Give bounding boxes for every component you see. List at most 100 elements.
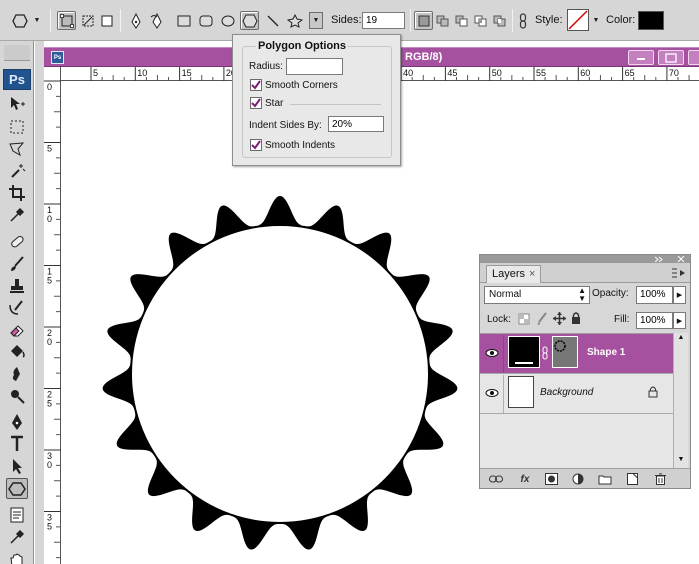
layer-row[interactable]: Shape 1: [480, 334, 688, 374]
radius-input[interactable]: [286, 58, 343, 75]
crop-tool[interactable]: [6, 182, 28, 203]
chevron-down-icon[interactable]: ▼: [32, 11, 42, 30]
smooth-indents-checkbox[interactable]: [250, 139, 262, 151]
scroll-up-icon[interactable]: ▲: [675, 334, 687, 346]
magic-wand-tool[interactable]: [6, 160, 28, 181]
note-icon: [10, 507, 24, 522]
opacity-slider-button[interactable]: ▶: [673, 286, 686, 304]
line-icon: [267, 15, 278, 26]
blend-mode-select[interactable]: Normal ▲ ▼: [484, 286, 590, 304]
healing-brush-tool[interactable]: [6, 231, 28, 252]
type-tool[interactable]: [6, 433, 28, 454]
fill-pixels-mode-button[interactable]: [97, 11, 116, 30]
new-layer-icon[interactable]: [625, 472, 639, 486]
subtract-from-shape-area-button[interactable]: [452, 11, 471, 30]
tool-preset-picker[interactable]: [10, 11, 29, 30]
freeform-pen-button[interactable]: [147, 11, 166, 30]
add-to-shape-area-button[interactable]: [433, 11, 452, 30]
move-tool[interactable]: [6, 93, 28, 114]
smooth-corners-checkbox[interactable]: [250, 79, 262, 91]
maximize-icon: [665, 52, 677, 63]
marquee-tool[interactable]: [6, 116, 28, 137]
lock-image-pixels-icon[interactable]: [536, 312, 548, 325]
layer-row[interactable]: Background: [480, 374, 688, 414]
create-new-shape-layer-button[interactable]: [414, 11, 433, 30]
layer-thumbnail[interactable]: [508, 376, 534, 408]
vector-mask-thumbnail[interactable]: [552, 336, 578, 368]
path-selection-tool[interactable]: [6, 455, 28, 476]
lock-all-icon[interactable]: [571, 312, 581, 325]
geometry-options-dropdown[interactable]: ▼: [309, 12, 323, 29]
brush-tool[interactable]: [6, 253, 28, 274]
ruler-label: 40: [403, 68, 413, 78]
indent-sides-input[interactable]: 20%: [328, 116, 384, 132]
layer-styles-icon[interactable]: fx: [518, 472, 532, 486]
color-swatch[interactable]: [638, 11, 664, 30]
close-button[interactable]: [688, 50, 699, 65]
layers-tab[interactable]: Layers ×: [486, 265, 541, 283]
layer-thumbnail-fill[interactable]: [508, 336, 540, 368]
link-icon[interactable]: [542, 346, 548, 360]
pen-tool[interactable]: [6, 411, 28, 432]
panel-tab-row: Layers ×: [480, 263, 690, 283]
style-picker[interactable]: [567, 9, 589, 31]
polygon-options-popup: Polygon Options Radius: Smooth Corners S…: [232, 34, 401, 166]
star-checkbox[interactable]: [250, 97, 262, 109]
new-group-icon[interactable]: [598, 472, 612, 486]
adjustment-layer-icon[interactable]: [571, 472, 585, 486]
hand-tool[interactable]: [6, 548, 28, 564]
custom-shape-tool-button[interactable]: [285, 11, 304, 30]
sides-input[interactable]: 19: [362, 12, 405, 29]
history-brush-tool[interactable]: [6, 297, 28, 318]
lasso-tool[interactable]: [6, 138, 28, 159]
eyedropper-icon: [10, 529, 25, 544]
new-shape-icon: [418, 15, 429, 26]
eye-icon[interactable]: [485, 347, 499, 359]
exclude-overlapping-areas-button[interactable]: [490, 11, 509, 30]
layer-name[interactable]: Shape 1: [587, 347, 625, 358]
toolbox-grip[interactable]: [4, 45, 30, 61]
arrow-icon: [13, 458, 22, 474]
panel-menu-icon[interactable]: [672, 268, 686, 278]
clone-stamp-tool[interactable]: [6, 275, 28, 296]
minimize-button[interactable]: [628, 50, 654, 65]
rounded-rectangle-tool-button[interactable]: [196, 11, 215, 30]
lock-position-icon[interactable]: [553, 312, 566, 325]
dodge-tool[interactable]: [6, 385, 28, 406]
intersect-shape-areas-button[interactable]: [471, 11, 490, 30]
panel-header-strip[interactable]: [480, 255, 690, 263]
paths-icon: [82, 15, 93, 26]
fill-input[interactable]: 100%: [636, 312, 673, 329]
eyedropper-tool-2[interactable]: [6, 526, 28, 547]
close-icon[interactable]: ×: [529, 268, 535, 280]
polygon-tool[interactable]: [6, 478, 28, 499]
add-mask-icon[interactable]: [544, 472, 558, 486]
smudge-tool[interactable]: [6, 363, 28, 384]
rectangle-tool-button[interactable]: [174, 11, 193, 30]
scroll-down-icon[interactable]: ▼: [675, 456, 687, 468]
paths-mode-button[interactable]: [78, 11, 97, 30]
layer-name[interactable]: Background: [540, 387, 593, 398]
layer-list-scrollbar[interactable]: ▲ ▼: [673, 333, 688, 469]
eraser-tool[interactable]: [6, 319, 28, 340]
opacity-input[interactable]: 100%: [636, 286, 673, 304]
shape-layers-mode-button[interactable]: [57, 11, 76, 30]
close-icon[interactable]: [677, 256, 685, 262]
ruler-label: 60: [580, 68, 590, 78]
eyedropper-tool[interactable]: [6, 204, 28, 225]
pen-tool-button[interactable]: [126, 11, 145, 30]
polygon-tool-button[interactable]: [240, 11, 259, 30]
delete-layer-icon[interactable]: [653, 472, 667, 486]
lock-transparent-pixels-icon[interactable]: [518, 313, 530, 325]
link-icon[interactable]: [518, 11, 528, 30]
paint-bucket-tool[interactable]: [6, 341, 28, 362]
link-layers-icon[interactable]: [489, 472, 503, 486]
maximize-button[interactable]: [658, 50, 684, 65]
chevron-down-icon[interactable]: ▼: [592, 11, 600, 30]
collapse-icon[interactable]: [654, 256, 666, 262]
ellipse-tool-button[interactable]: [218, 11, 237, 30]
line-tool-button[interactable]: [263, 11, 282, 30]
notes-tool[interactable]: [6, 504, 28, 525]
fill-slider-button[interactable]: ▶: [673, 312, 686, 329]
eye-icon[interactable]: [485, 387, 499, 399]
